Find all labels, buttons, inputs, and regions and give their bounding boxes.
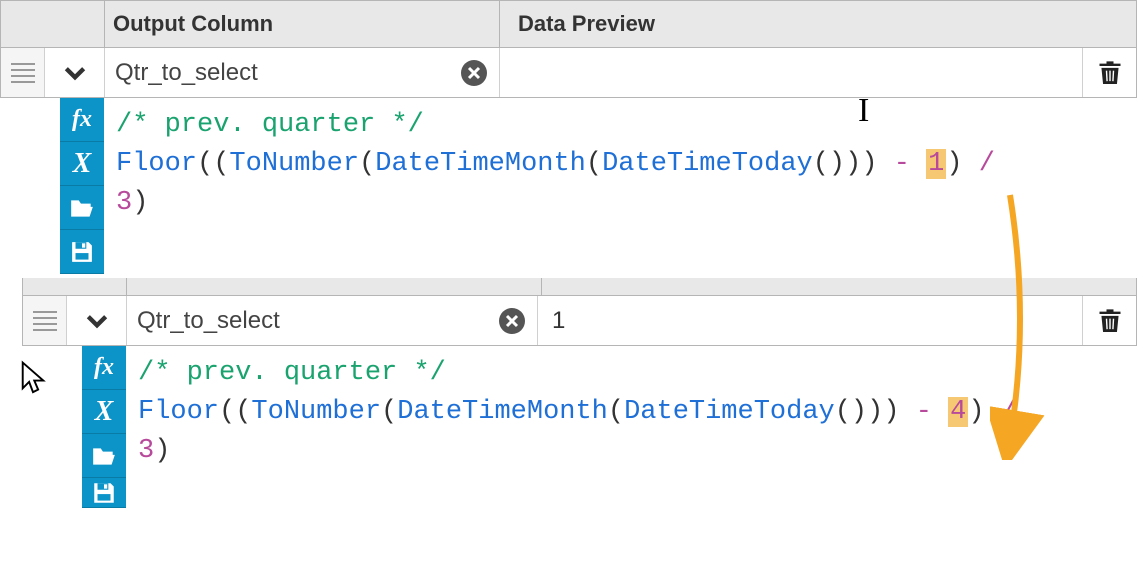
delete-button[interactable] bbox=[1082, 296, 1136, 345]
expression-row: 1 bbox=[22, 296, 1137, 346]
expression-editor[interactable]: /* prev. quarter */ Floor((ToNumber(Date… bbox=[126, 346, 1137, 508]
x-variables-button[interactable]: X bbox=[82, 390, 126, 434]
folder-open-button[interactable] bbox=[60, 186, 104, 230]
output-column-input[interactable] bbox=[115, 59, 415, 87]
expression-row bbox=[0, 48, 1137, 98]
fx-functions-button[interactable]: fx bbox=[82, 346, 126, 390]
code-comment: /* prev. quarter */ bbox=[138, 358, 446, 388]
expand-toggle[interactable] bbox=[45, 48, 105, 97]
drag-handle-icon[interactable] bbox=[1, 48, 45, 97]
header-data-preview: Data Preview bbox=[500, 1, 1136, 47]
header-spacer bbox=[1, 1, 105, 47]
save-button[interactable] bbox=[60, 230, 104, 274]
expression-editor[interactable]: /* prev. quarter */ Floor((ToNumber(Date… bbox=[104, 98, 1137, 274]
column-headers: Output Column Data Preview bbox=[0, 0, 1137, 48]
data-preview-cell: 1 bbox=[538, 296, 1082, 345]
data-preview-cell bbox=[500, 48, 1082, 97]
folder-open-icon bbox=[69, 197, 95, 219]
editor-sidebar: fx X bbox=[60, 98, 104, 274]
delete-button[interactable] bbox=[1082, 48, 1136, 97]
expand-toggle[interactable] bbox=[67, 296, 127, 345]
floppy-disk-icon bbox=[91, 480, 117, 506]
code-comment: /* prev. quarter */ bbox=[116, 110, 424, 140]
offset-value: 4 bbox=[948, 397, 968, 427]
close-icon bbox=[467, 66, 481, 80]
drag-handle-icon[interactable] bbox=[23, 296, 67, 345]
folder-open-icon bbox=[91, 445, 117, 467]
trash-icon bbox=[1096, 306, 1124, 336]
offset-value: 1 bbox=[926, 149, 946, 179]
output-column-cell[interactable] bbox=[127, 296, 538, 345]
close-icon bbox=[505, 314, 519, 328]
fx-functions-button[interactable]: fx bbox=[60, 98, 104, 142]
floppy-disk-icon bbox=[69, 239, 95, 265]
x-variables-button[interactable]: X bbox=[60, 142, 104, 186]
output-column-cell[interactable] bbox=[105, 48, 500, 97]
chevron-down-icon bbox=[62, 60, 88, 86]
header-output-column: Output Column bbox=[105, 1, 500, 47]
folder-open-button[interactable] bbox=[82, 434, 126, 478]
save-button[interactable] bbox=[82, 478, 126, 508]
editor-sidebar: fx X bbox=[82, 346, 126, 508]
column-headers-partial bbox=[22, 278, 1137, 296]
clear-button[interactable] bbox=[499, 308, 525, 334]
trash-icon bbox=[1096, 58, 1124, 88]
output-column-input[interactable] bbox=[137, 307, 437, 335]
clear-button[interactable] bbox=[461, 60, 487, 86]
chevron-down-icon bbox=[84, 308, 110, 334]
